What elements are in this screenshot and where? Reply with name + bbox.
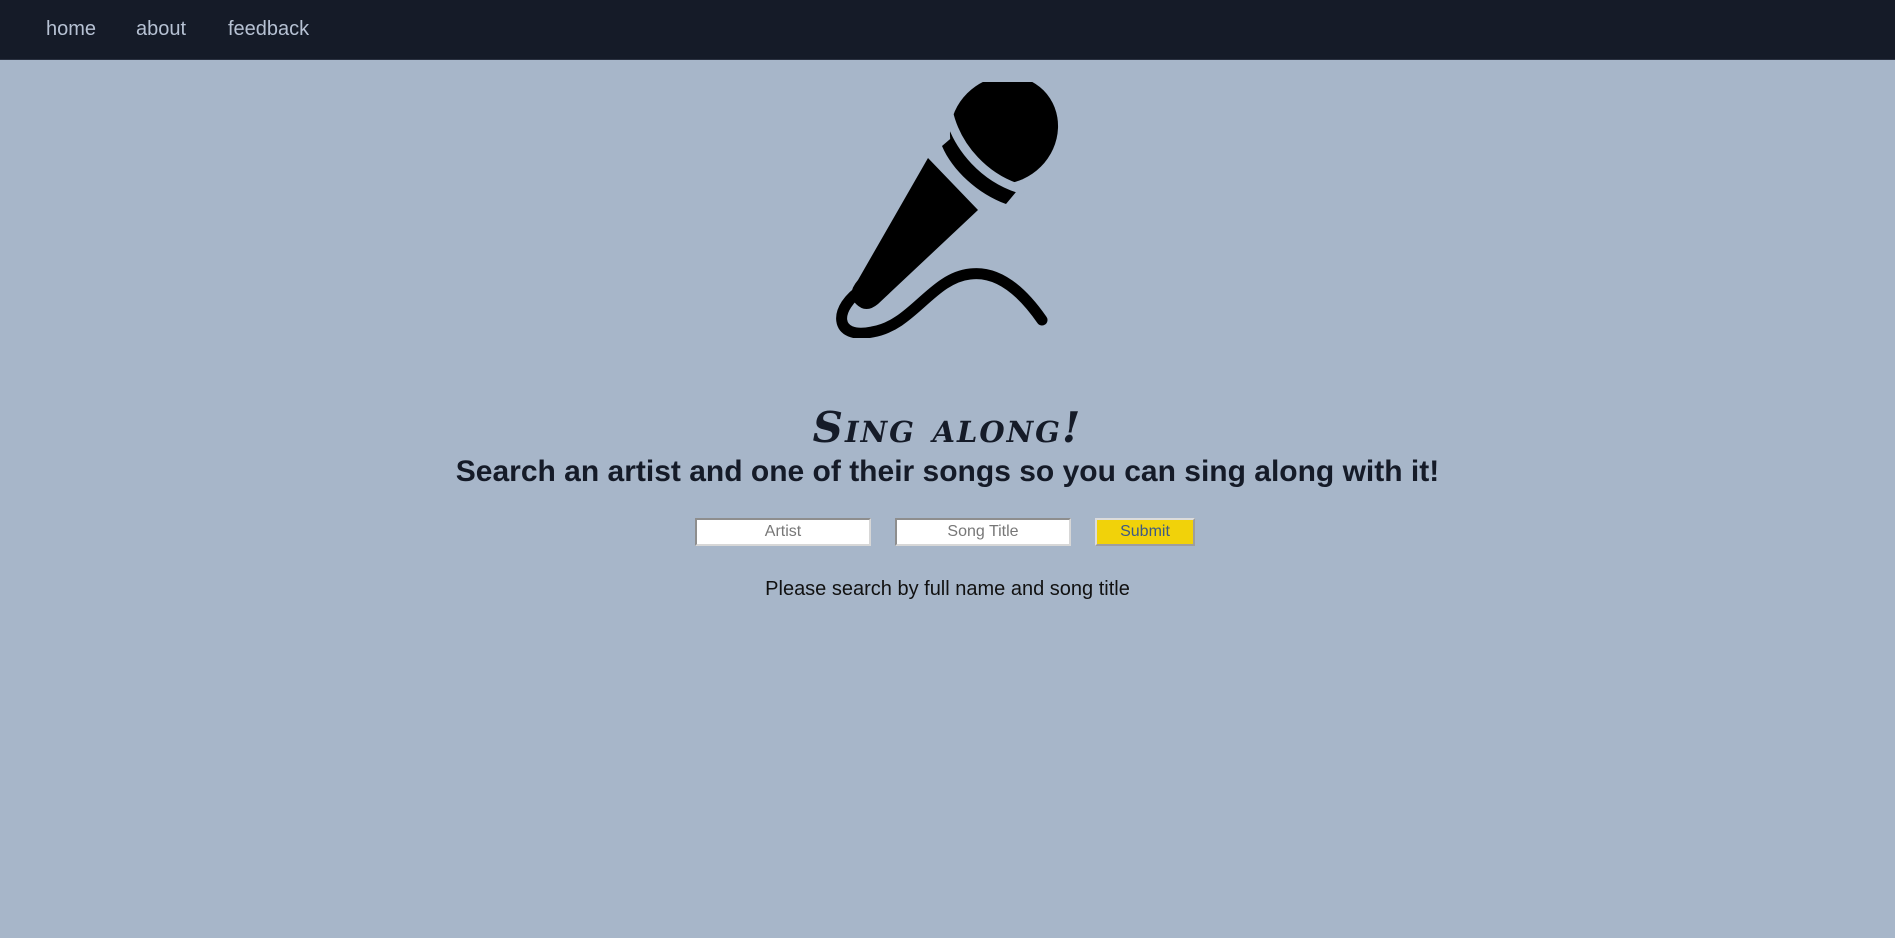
page-subtitle: Search an artist and one of their songs … — [455, 454, 1440, 488]
page-title: Sing along! — [812, 403, 1083, 453]
nav-link-home[interactable]: home — [46, 16, 96, 42]
search-hint: Please search by full name and song titl… — [765, 578, 1130, 600]
song-title-input[interactable] — [895, 518, 1071, 546]
nav-link-feedback[interactable]: feedback — [228, 16, 309, 42]
navbar: home about feedback — [0, 0, 1895, 60]
submit-button[interactable]: Submit — [1095, 518, 1195, 546]
nav-link-about[interactable]: about — [136, 16, 186, 42]
artist-input[interactable] — [695, 518, 871, 546]
microphone-icon — [836, 82, 1059, 338]
